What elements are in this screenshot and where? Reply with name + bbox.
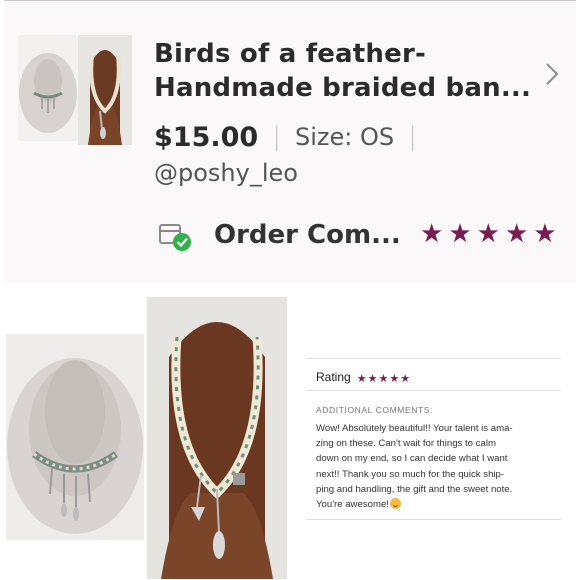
star-icon: ★ [389,372,400,385]
divider [306,358,561,359]
comment-line: ping and handling, the gift and the swee… [316,483,513,495]
star-icon: ★ [476,219,500,249]
package-check-icon [159,224,191,251]
star-icon: ★ [367,372,378,385]
grinning-face-icon [389,498,401,510]
review-comment: Wow! Absolutely beautiful!! Your talent … [316,421,560,512]
comment-line: down on my end, so I can decide what I w… [316,453,508,465]
divider [306,519,561,520]
star-icon: ★ [420,219,444,249]
divider [306,390,561,391]
comment-line-last: You're awesome! [316,497,560,512]
price: $15.00 [154,121,259,153]
review-rating-stars: ★★★★★ [357,367,411,386]
listing-title[interactable]: Birds of a feather- Handmade braided ban… [154,37,534,105]
comment-line: Wow! Absolutely beautiful!! Your talent … [316,423,513,434]
star-icon: ★ [378,372,389,385]
star-icon: ★ [356,372,367,385]
order-status: Order Com... [214,220,401,250]
comment-line: zing on these. Can't wait for things to … [316,438,496,450]
rating-row: Rating ★★★★★ [316,367,411,386]
necklace-image [78,35,132,145]
rating-label: Rating [316,369,351,384]
star-icon: ★ [533,219,557,249]
separator: | [408,122,417,152]
chevron-right-icon[interactable] [544,61,560,87]
necklace-photo [147,297,287,579]
seller-username[interactable]: @poshy_leo [154,159,298,187]
listing-title-line-1: Birds of a feather- [154,39,426,69]
hat-image [18,35,78,141]
necklace-photo-image [147,297,287,579]
listing-thumbnail-hat[interactable] [18,35,78,141]
hat-photo-image [6,334,144,540]
listing-title-line-2: Handmade braided ban... [154,73,532,103]
size-label: Size: OS [294,123,395,151]
price-row: $15.00 | Size: OS | [154,119,431,155]
comment-line-text: You're awesome! [316,499,389,511]
comments-heading: ADDITIONAL COMMENTS: [316,405,433,415]
separator: | [272,122,281,152]
star-icon: ★ [400,372,411,385]
star-icon: ★ [448,219,472,249]
star-icon: ★ [504,219,529,249]
order-card[interactable]: Birds of a feather- Handmade braided ban… [4,0,576,283]
comment-line: next!! Thank you so much for the quick s… [316,468,505,480]
listing-thumbnail-necklace[interactable] [78,35,132,145]
rating-stars: ★ ★ ★ ★ ★ [420,220,557,248]
hat-photo [6,334,144,540]
